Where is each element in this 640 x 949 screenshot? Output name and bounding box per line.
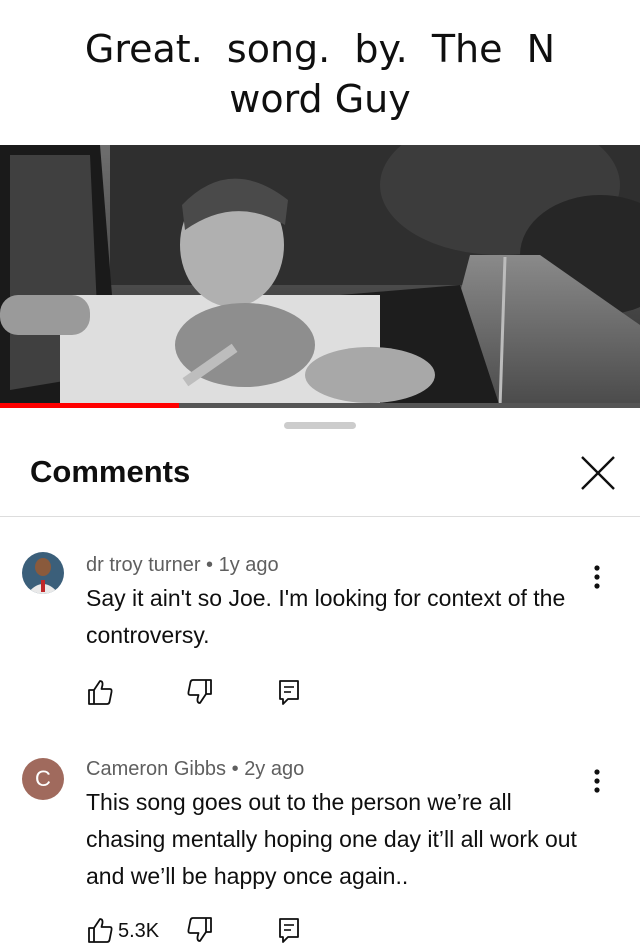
comment-author[interactable]: dr troy turner [86, 554, 200, 576]
avatar-photo [22, 552, 64, 594]
comment-more-button[interactable] [586, 766, 608, 796]
like-button[interactable] [86, 678, 116, 708]
like-count: 5.3K [118, 920, 160, 942]
reply-icon [279, 680, 299, 705]
comments-panel: Comments dr troy turner • 1y ago Say it … [0, 408, 640, 949]
thumbs-down-icon [187, 917, 212, 942]
dislike-button[interactable] [186, 916, 216, 946]
comment-author[interactable]: Cameron Gibbs [86, 758, 226, 780]
comment-text: Say it ain't so Joe. I'm looking for con… [86, 585, 566, 648]
comment-age: 2y ago [244, 758, 305, 780]
meta-separator: • [206, 554, 219, 576]
like-button[interactable]: 5.3K [86, 916, 176, 946]
meta-separator: • [231, 758, 245, 780]
close-button[interactable] [575, 450, 621, 496]
reply-button[interactable] [276, 678, 304, 708]
close-icon [581, 456, 615, 490]
thumbs-up-icon [88, 680, 113, 705]
comment-more-button[interactable] [586, 562, 608, 592]
thumbs-up-icon [88, 918, 113, 943]
drag-handle[interactable] [284, 422, 356, 429]
comment-meta: dr troy turner • 1y ago [86, 554, 279, 577]
meme-caption: Great. song. by. The N word Guy [0, 0, 640, 145]
panel-title: Comments [30, 454, 191, 489]
more-vertical-icon [594, 769, 600, 793]
video-thumbnail [0, 145, 640, 407]
video-player[interactable] [0, 145, 640, 407]
thumbs-down-icon [187, 679, 212, 704]
dislike-button[interactable] [186, 678, 216, 708]
caption-line-2: word Guy [229, 77, 411, 121]
divider [0, 516, 640, 517]
comment-text: This song goes out to the person we’re a… [86, 789, 577, 889]
reply-icon [279, 918, 299, 943]
reply-button[interactable] [276, 916, 304, 946]
caption-line-1: Great. song. by. The N [84, 27, 556, 71]
comment-meta: Cameron Gibbs • 2y ago [86, 758, 304, 781]
comment-age: 1y ago [218, 554, 279, 576]
avatar[interactable] [22, 552, 64, 594]
more-vertical-icon [594, 565, 600, 589]
avatar[interactable]: C [22, 758, 64, 800]
